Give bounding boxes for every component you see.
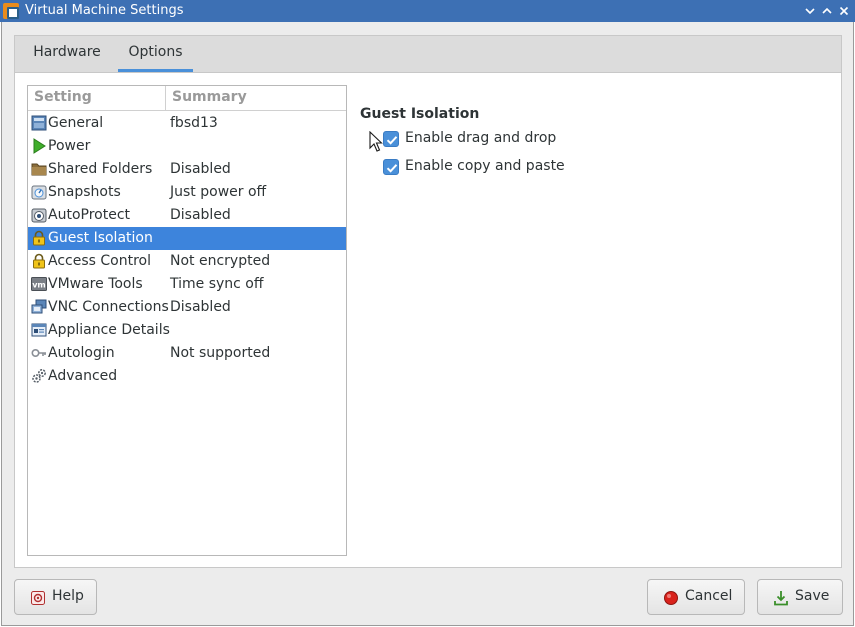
gears-icon [31, 368, 47, 384]
svg-text:vm: vm [32, 281, 46, 290]
save-button[interactable]: Save [757, 579, 843, 615]
tab-options[interactable]: Options [118, 36, 193, 72]
drag-drop-checkbox[interactable] [383, 131, 399, 147]
cancel-label: Cancel [685, 588, 733, 604]
settings-row-label: Access Control [48, 253, 151, 269]
settings-row-shared-folders[interactable]: Shared Folders Disabled [28, 158, 346, 181]
save-label: Save [795, 588, 830, 604]
settings-row-label: Snapshots [48, 184, 121, 200]
save-icon [773, 590, 789, 606]
section-title: Guest Isolation [360, 106, 480, 122]
general-icon [31, 115, 47, 131]
settings-row-label: Shared Folders [48, 161, 153, 177]
folder-icon [31, 161, 47, 177]
settings-row-summary: Just power off [170, 184, 267, 200]
key-icon [31, 345, 47, 361]
settings-row-appliance-details[interactable]: Appliance Details [28, 319, 346, 342]
settings-row-vnc-connections[interactable]: VNC Connections Disabled [28, 296, 346, 319]
settings-row-access-control[interactable]: Access Control Not encrypted [28, 250, 346, 273]
lock-icon [31, 253, 47, 269]
power-icon [31, 138, 47, 154]
settings-row-summary: Not encrypted [170, 253, 271, 269]
minimize-icon[interactable] [803, 4, 817, 18]
vnc-icon [31, 299, 47, 315]
settings-row-snapshots[interactable]: Snapshots Just power off [28, 181, 346, 204]
settings-row-autologin[interactable]: Autologin Not supported [28, 342, 346, 365]
copy-paste-checkbox[interactable] [383, 159, 399, 175]
tab-label: Options [128, 44, 183, 60]
snapshot-icon [31, 184, 47, 200]
column-header-summary[interactable]: Summary [172, 89, 247, 105]
settings-row-label: General [48, 115, 104, 131]
tab-label: Hardware [33, 44, 101, 60]
settings-row-general[interactable]: General fbsd13 [28, 112, 346, 135]
copy-paste-label: Enable copy and paste [405, 158, 565, 174]
settings-row-guest-isolation[interactable]: Guest Isolation [28, 227, 346, 250]
appliance-icon [31, 322, 47, 338]
settings-row-vmware-tools[interactable]: vm VMware Tools Time sync off [28, 273, 346, 296]
settings-list: Setting Summary General fbsd13 Power Sha… [27, 85, 347, 556]
settings-row-label: Guest Isolation [48, 230, 153, 246]
settings-row-summary: fbsd13 [170, 115, 218, 131]
settings-row-autoprotect[interactable]: AutoProtect Disabled [28, 204, 346, 227]
settings-row-summary: Disabled [170, 161, 231, 177]
settings-row-label: AutoProtect [48, 207, 131, 223]
column-header-setting[interactable]: Setting [34, 89, 92, 105]
settings-row-label: VMware Tools [48, 276, 143, 292]
title-bar: Virtual Machine Settings [0, 0, 855, 22]
settings-row-summary: Time sync off [170, 276, 264, 292]
window-title: Virtual Machine Settings [25, 3, 184, 18]
help-label: Help [52, 588, 84, 604]
vmware-app-icon [3, 3, 19, 19]
cancel-button[interactable]: Cancel [647, 579, 745, 615]
maximize-icon[interactable] [820, 4, 834, 18]
settings-row-label: Appliance Details [48, 322, 170, 338]
cancel-icon [663, 590, 679, 606]
settings-row-label: Power [48, 138, 91, 154]
tab-bar: Hardware Options [14, 35, 842, 72]
vm-icon: vm [31, 276, 47, 292]
settings-row-label: VNC Connections [48, 299, 169, 315]
settings-row-advanced[interactable]: Advanced [28, 365, 346, 388]
tab-hardware[interactable]: Hardware [23, 36, 111, 72]
help-button[interactable]: Help [14, 579, 97, 615]
mouse-pointer-icon [369, 130, 383, 153]
dialog-body: Hardware Options Setting Summary General… [1, 22, 854, 626]
settings-row-summary: Not supported [170, 345, 271, 361]
autoprotect-icon [31, 207, 47, 223]
close-icon[interactable] [837, 4, 851, 18]
lock-icon [31, 230, 47, 246]
drag-drop-label: Enable drag and drop [405, 130, 557, 146]
list-header: Setting Summary [28, 86, 346, 111]
settings-row-power[interactable]: Power [28, 135, 346, 158]
help-icon [30, 590, 46, 606]
settings-row-summary: Disabled [170, 299, 231, 315]
settings-row-summary: Disabled [170, 207, 231, 223]
settings-row-label: Autologin [48, 345, 115, 361]
column-divider[interactable] [165, 86, 166, 111]
settings-row-label: Advanced [48, 368, 118, 384]
options-panel: Setting Summary General fbsd13 Power Sha… [14, 72, 842, 568]
